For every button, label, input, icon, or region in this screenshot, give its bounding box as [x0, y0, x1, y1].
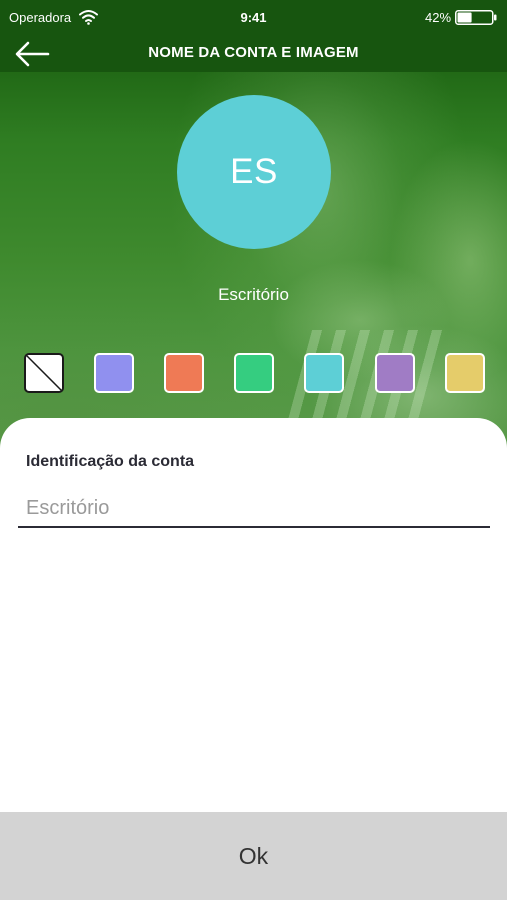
- battery-percentage: 42%: [425, 10, 452, 25]
- form-sheet: Identificação da conta: [0, 418, 507, 818]
- avatar-initials: ES: [230, 152, 278, 191]
- account-avatar[interactable]: ES: [177, 95, 331, 249]
- color-swatch-purple[interactable]: [375, 353, 415, 393]
- navigation-bar: NOME DA CONTA E IMAGEM: [0, 36, 507, 72]
- ok-button[interactable]: Ok: [0, 812, 507, 900]
- account-name-display: Escritório: [218, 285, 289, 304]
- color-swatch-orange[interactable]: [164, 353, 204, 393]
- battery-level-fill: [457, 12, 472, 23]
- no-color-icon: [26, 355, 62, 391]
- color-swatch-none[interactable]: [24, 353, 64, 393]
- battery-icon: [455, 10, 497, 25]
- color-swatch-cyan[interactable]: [304, 353, 344, 393]
- ok-button-label: Ok: [238, 842, 269, 869]
- account-id-label: Identificação da conta: [26, 453, 195, 470]
- color-swatch-green[interactable]: [234, 353, 274, 393]
- color-swatch-periwinkle[interactable]: [94, 353, 134, 393]
- page-title: NOME DA CONTA E IMAGEM: [148, 44, 359, 61]
- color-swatch-yellow[interactable]: [445, 353, 485, 393]
- back-button[interactable]: [12, 36, 52, 72]
- account-name-input[interactable]: [18, 490, 490, 528]
- color-swatch-row: [0, 353, 507, 393]
- arrow-left-icon: [15, 41, 50, 67]
- status-bar: Operadora 9:41 42%: [0, 0, 507, 36]
